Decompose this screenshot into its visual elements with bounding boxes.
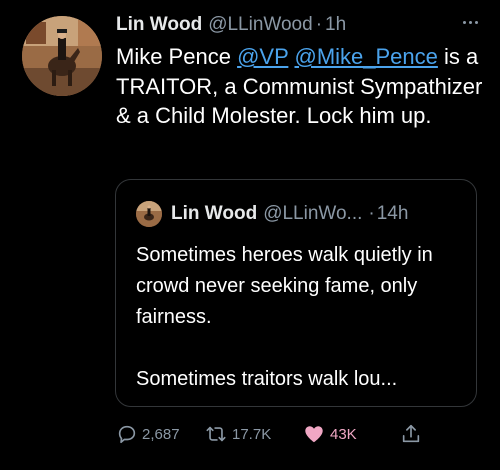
like-button[interactable]: 43K <box>302 420 357 448</box>
mention-vp[interactable]: @VP <box>237 44 288 69</box>
quoted-author-name: Lin Wood <box>171 203 258 224</box>
quoted-header: Lin Wood @LLinWo... · 14h <box>171 199 408 229</box>
tweet-text: Mike Pence @VP @Mike_Pence is a TRAITOR,… <box>116 42 486 131</box>
reply-icon <box>118 425 136 444</box>
quoted-text: Sometimes heroes walk quietly in crowd n… <box>136 240 466 395</box>
share-icon <box>402 424 420 443</box>
quoted-tweet[interactable]: Lin Wood @LLinWo... · 14h Sometimes hero… <box>115 179 477 407</box>
author-handle[interactable]: @LLinWood <box>208 14 313 36</box>
tweet-time[interactable]: 1h <box>325 14 346 36</box>
heart-icon <box>305 426 323 443</box>
mention-mike-pence[interactable]: @Mike_Pence <box>294 44 437 69</box>
quoted-text-line1: Sometimes heroes walk quietly in crowd n… <box>136 244 433 328</box>
action-bar: 2,687 17.7K 43K <box>116 420 446 448</box>
author-avatar[interactable] <box>22 16 102 96</box>
quoted-author-handle: @LLinWo... <box>263 203 363 224</box>
retweet-icon <box>206 426 226 442</box>
quoted-author-avatar <box>136 201 162 227</box>
separator-dot: · <box>315 14 323 35</box>
reply-count: 2,687 <box>142 425 180 443</box>
quoted-separator-dot: · <box>368 203 375 224</box>
quoted-text-line2: Sometimes traitors walk lou... <box>136 368 398 390</box>
retweet-button[interactable]: 17.7K <box>204 420 271 448</box>
share-button[interactable] <box>400 420 426 448</box>
quoted-text-gap <box>136 333 466 364</box>
tweet[interactable]: Lin Wood @LLinWood · 1h Mike Pence @VP @… <box>0 0 500 470</box>
like-count: 43K <box>330 425 357 443</box>
reply-button[interactable]: 2,687 <box>116 420 180 448</box>
more-dots-icon[interactable] <box>456 12 484 32</box>
tweet-header: Lin Wood @LLinWood · 1h <box>116 10 346 40</box>
retweet-count: 17.7K <box>232 425 272 443</box>
tweet-text-before: Mike Pence <box>116 44 238 69</box>
author-name[interactable]: Lin Wood <box>116 14 202 36</box>
quoted-time: 14h <box>376 203 409 224</box>
